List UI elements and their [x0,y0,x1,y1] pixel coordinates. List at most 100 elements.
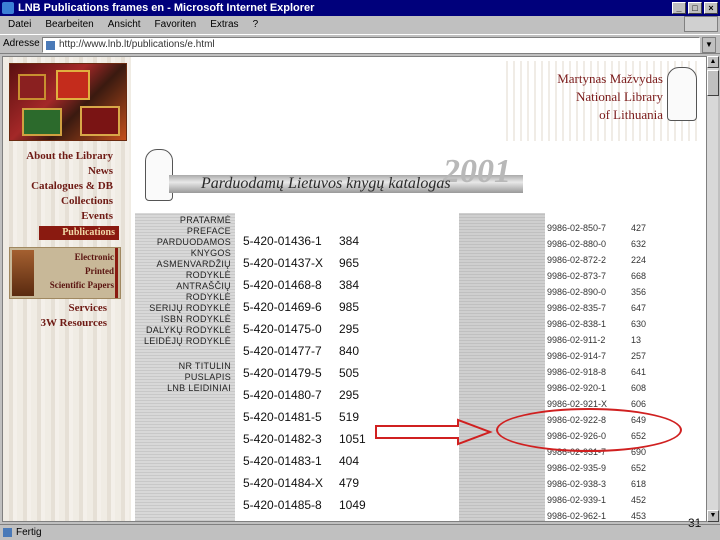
close-button[interactable]: × [704,2,718,14]
isbn-value: 9986-02-872-2 [547,255,607,265]
isbn-value: 9986-02-938-3 [547,479,607,489]
index-link[interactable]: RODYKLĖ [186,292,231,302]
index-link[interactable]: RODYKLĖ [186,270,231,280]
index-link[interactable]: LEIDĖJŲ RODYKLĖ [144,336,231,346]
menu-bearbeiten[interactable]: Bearbeiten [45,16,93,34]
maximize-button[interactable]: □ [688,2,702,14]
menu-favoriten[interactable]: Favoriten [155,16,197,34]
isbn-value: 5-420-01484-X [243,476,324,490]
isbn-value: 5-420-01480-7 [243,388,322,402]
address-label: Adresse [3,38,40,49]
nav-3w-resources[interactable]: 3W Resources [9,316,107,331]
nav-news[interactable]: News [9,164,113,179]
index-link[interactable]: PREFACE [187,226,231,236]
left-frame: About the Library News Catalogues & DB C… [3,57,131,521]
book-image [56,70,90,100]
nav-services[interactable]: Services [9,301,107,316]
page-count: 641 [631,367,647,377]
book-image [18,74,46,100]
address-bar: Adresse http://www.lnb.lt/publications/e… [0,34,720,54]
subnav-scientific[interactable]: Scientific Papers [50,280,114,290]
status-bar: Fertig [0,524,720,540]
menu-datei[interactable]: Datei [8,16,31,34]
status-text: Fertig [16,527,42,538]
index-link[interactable]: NR TITULIN [179,361,231,371]
isbn-value: 9986-02-939-1 [547,495,607,505]
index-link[interactable]: LNB LEIDINIAI [167,383,231,393]
isbn-value: 5-420-01479-5 [243,366,322,380]
catalog-banner: 2001 Parduodamų Lietuvos knygų katalogas [143,147,523,215]
minimize-button[interactable]: _ [672,2,686,14]
page-icon [46,41,55,50]
index-link[interactable]: DALYKŲ RODYKLĖ [146,325,231,335]
scroll-down-icon[interactable]: ▼ [707,510,719,522]
isbn-value: 9986-02-920-1 [547,383,607,393]
window-title: LNB Publications frames en - Microsoft I… [18,2,315,14]
isbn-value: 9986-02-880-0 [547,239,607,249]
windows-throbber-icon [684,16,718,32]
logo-line: Martynas Mažvydas [557,71,663,86]
page-count: 384 [339,234,360,248]
scroll-up-icon[interactable]: ▲ [707,56,719,68]
books-photo [9,63,127,141]
index-link[interactable]: PRATARMĖ [180,215,231,225]
address-input[interactable]: http://www.lnb.lt/publications/e.html [42,37,700,53]
menu-ansicht[interactable]: Ansicht [108,16,141,34]
page-count: 606 [631,399,647,409]
index-link[interactable]: ASMENVARDŽIŲ [157,259,231,269]
nav-events[interactable]: Events [9,209,113,224]
page-count: 668 [631,271,647,281]
list-item: 5-420-01468-8 384 [243,275,453,297]
page-count: 840 [339,344,360,358]
address-url: http://www.lnb.lt/publications/e.html [59,39,215,50]
isbn-value: 5-420-01477-7 [243,344,322,358]
scroll-thumb[interactable] [707,70,719,96]
gray-spacer-panel [459,213,545,521]
logo-line: of Lithuania [599,107,663,122]
list-item: 5-420-01469-6 985 [243,297,453,319]
isbn-value: 5-420-01475-0 [243,322,322,336]
menu-extras[interactable]: Extras [210,16,238,34]
index-link[interactable]: PUSLAPIS [185,372,231,382]
subnav-image [12,250,34,296]
isbn-value: 9986-02-911-2 [547,335,606,345]
isbn-value: 9986-02-890-0 [547,287,607,297]
list-item: 5-420-01479-5 505 [243,363,453,385]
nav-collections[interactable]: Collections [9,194,113,209]
index-link[interactable]: ISBN RODYKLĖ [161,314,231,324]
nav-catalogues[interactable]: Catalogues & DB [9,179,113,194]
page-count: 479 [339,476,360,490]
menu-bar: Datei Bearbeiten Ansicht Favoriten Extra… [0,16,720,34]
list-item: 5-420-01484-X 479 [243,473,453,495]
banner-title: Parduodamų Lietuvos knygų katalogas [201,175,451,192]
vertical-scrollbar[interactable]: ▲ ▼ [706,56,719,522]
index-link[interactable]: KNYGOS [191,248,231,258]
index-link[interactable]: ANTRAŠČIŲ [176,281,231,291]
page-count: 632 [631,239,647,249]
index-link[interactable]: PARDUODAMOS [157,237,231,247]
subnav-accent-bar [115,248,118,298]
isbn-value: 9986-02-873-7 [547,271,607,281]
page-count: 630 [631,319,647,329]
right-isbn-list: 9986-02-850-7 427 9986-02-880-0 632 9986-0… [545,213,693,521]
menu-help[interactable]: ? [253,16,259,34]
isbn-value: 9986-02-935-9 [547,463,607,473]
page-count: 1049 [339,498,366,512]
isbn-value: 9986-02-850-7 [547,223,607,233]
list-item: 5-420-01475-0 295 [243,319,453,341]
logo-line: National Library [576,89,663,104]
page-count: 224 [631,255,647,265]
nav-about[interactable]: About the Library [9,149,113,164]
subnav-printed[interactable]: Printed [85,266,114,276]
address-dropdown-button[interactable]: ▼ [702,37,716,53]
annotation-circle [496,408,682,452]
catalog-index-menu: PRATARMĖ PREFACE PARDUODAMOS KNYGOS ASME… [135,213,235,521]
window-title-bar: LNB Publications frames en - Microsoft I… [0,0,720,16]
page-count: 257 [631,351,647,361]
index-link[interactable]: SERIJŲ RODYKLĖ [149,303,231,313]
browser-viewport: About the Library News Catalogues & DB C… [2,56,708,522]
list-item: 5-420-01485-8 1049 [243,495,453,517]
nav-publications[interactable]: Publications [39,226,119,240]
subnav-electronic[interactable]: Electronic [75,252,114,262]
isbn-value: 5-420-01481-5 [243,410,322,424]
